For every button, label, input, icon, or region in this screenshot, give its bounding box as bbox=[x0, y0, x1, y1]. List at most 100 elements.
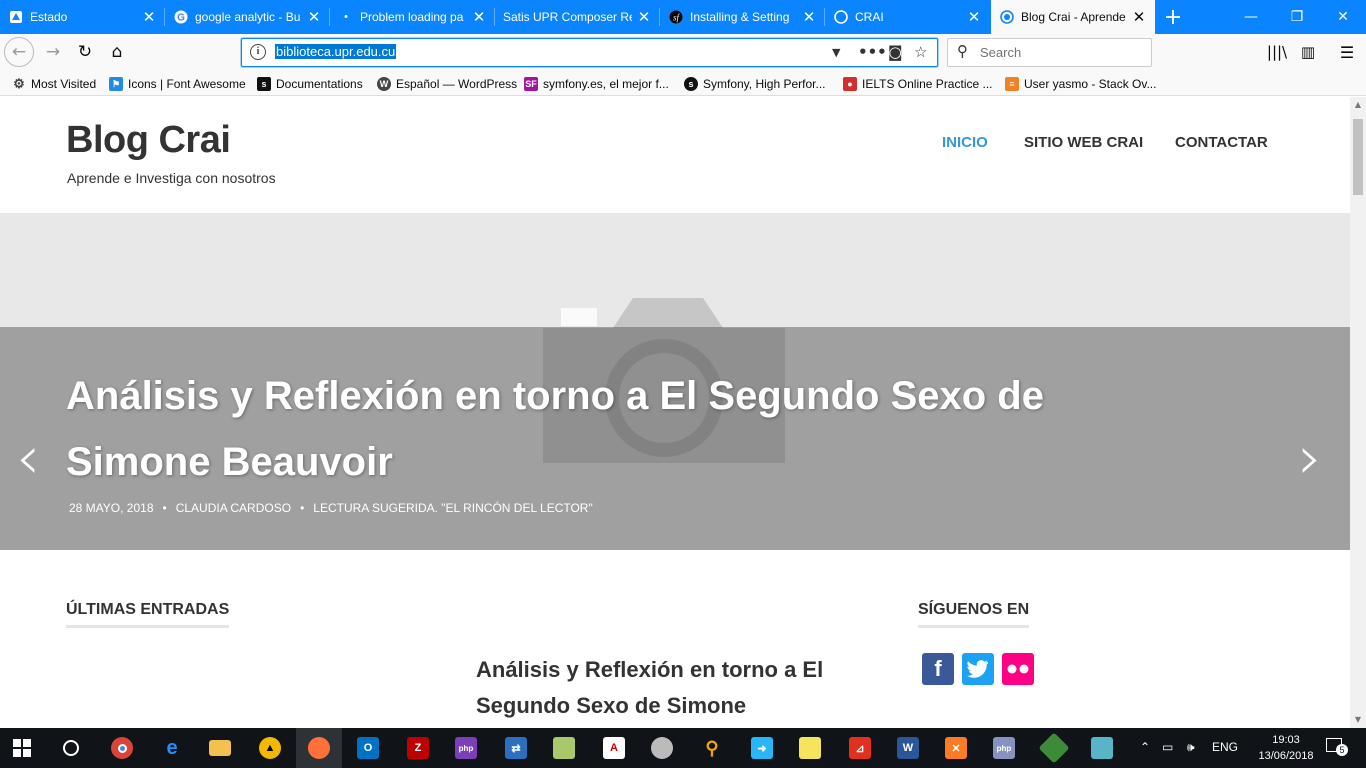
scroll-up-icon[interactable]: ▲ bbox=[1350, 97, 1366, 113]
globe-icon bbox=[999, 9, 1015, 25]
tray-chevron-up-icon[interactable]: ⌃ bbox=[1140, 740, 1150, 754]
bookmark-stackoverflow[interactable]: ≡ User yasmo - Stack Ov... bbox=[1005, 76, 1156, 92]
git-app-icon[interactable] bbox=[1038, 732, 1070, 764]
phpstorm-icon[interactable]: php bbox=[450, 732, 482, 764]
facebook-icon[interactable]: f bbox=[922, 653, 954, 685]
scroll-thumb[interactable] bbox=[1353, 119, 1363, 195]
cortana-icon[interactable] bbox=[55, 732, 87, 764]
firefox-icon[interactable] bbox=[296, 728, 342, 768]
nav-sitio-web-crai[interactable]: SITIO WEB CRAI bbox=[1024, 134, 1143, 151]
acrobat-app-icon[interactable]: A bbox=[598, 732, 630, 764]
twitter-icon[interactable] bbox=[962, 653, 994, 685]
sidebar-icon[interactable]: ▥ bbox=[1293, 37, 1323, 67]
nav-contactar[interactable]: CONTACTAR bbox=[1175, 134, 1268, 151]
close-icon[interactable]: ✕ bbox=[1131, 8, 1147, 26]
chevron-down-icon[interactable]: ▼ bbox=[832, 46, 840, 59]
bookmark-font-awesome[interactable]: ⚑ Icons | Font Awesome bbox=[109, 76, 246, 92]
back-icon[interactable]: ← bbox=[4, 37, 34, 67]
sticky-notes-icon[interactable] bbox=[794, 732, 826, 764]
bookmark-symfony-es[interactable]: SF symfony.es, el mejor f... bbox=[524, 76, 669, 92]
close-icon[interactable]: ✕ bbox=[471, 8, 487, 26]
url-bar[interactable]: i biblioteca.upr.edu.cu ▼ ••• ◙ ☆ bbox=[241, 38, 938, 67]
hero-post-title[interactable]: Análisis y Reflexión en torno a El Segun… bbox=[66, 363, 1196, 495]
filezilla-icon[interactable]: Z bbox=[402, 732, 434, 764]
forward-icon[interactable]: → bbox=[38, 37, 68, 67]
scroll-down-icon[interactable]: ▼ bbox=[1350, 712, 1366, 728]
clock[interactable]: 19:03 13/06/2018 bbox=[1256, 732, 1316, 764]
notifications-icon[interactable]: 5 bbox=[1326, 738, 1348, 756]
gitlab-icon bbox=[8, 9, 24, 25]
tab-blog-crai[interactable]: Blog Crai - Aprende ✕ bbox=[991, 0, 1155, 34]
menu-icon[interactable]: ☰ bbox=[1332, 37, 1362, 67]
restore-icon[interactable]: ❐ bbox=[1274, 0, 1320, 34]
network-app-icon[interactable]: ⇄ bbox=[500, 732, 532, 764]
send-app-icon[interactable]: ➜ bbox=[746, 732, 778, 764]
bookmark-label: Most Visited bbox=[31, 77, 97, 91]
tab-satis[interactable]: Satis UPR Composer Rep ✕ bbox=[495, 0, 660, 34]
tab-problem-loading[interactable]: • Problem loading pa ✕ bbox=[330, 0, 495, 34]
wordpress-icon: W bbox=[377, 77, 391, 91]
latest-post-title[interactable]: Análisis y Reflexión en torno a El Segun… bbox=[476, 652, 876, 724]
tab-estado[interactable]: Estado ✕ bbox=[0, 0, 165, 34]
bookmark-documentations[interactable]: s Documentations bbox=[257, 76, 363, 92]
bookmark-symfony[interactable]: s Symfony, High Perfor... bbox=[684, 76, 826, 92]
sf-icon: SF bbox=[524, 77, 538, 91]
app-warning-icon[interactable]: ▲ bbox=[254, 732, 286, 764]
volume-icon[interactable]: 🕪 bbox=[1187, 740, 1195, 755]
search-tool-icon[interactable]: ⚲ bbox=[696, 732, 728, 764]
bookmark-star-icon[interactable]: ☆ bbox=[914, 43, 927, 61]
notepad-icon[interactable] bbox=[548, 732, 580, 764]
outlook-icon[interactable]: O bbox=[352, 732, 384, 764]
word-icon[interactable]: W bbox=[892, 732, 924, 764]
bookmark-wordpress[interactable]: W Español — WordPress bbox=[377, 76, 517, 92]
edge-icon[interactable]: e bbox=[156, 732, 188, 764]
language-indicator[interactable]: ENG bbox=[1212, 740, 1238, 754]
close-icon[interactable]: ✕ bbox=[801, 8, 817, 26]
info-icon[interactable]: i bbox=[250, 44, 266, 60]
flickr-icon[interactable] bbox=[1002, 653, 1034, 685]
pdf-reader-icon[interactable]: ⊿ bbox=[844, 732, 876, 764]
reload-icon[interactable]: ↻ bbox=[70, 37, 100, 67]
php-app-icon[interactable]: php bbox=[988, 732, 1020, 764]
xampp-icon[interactable]: ✕ bbox=[940, 732, 972, 764]
chrome-icon[interactable] bbox=[106, 732, 138, 764]
tab-installing[interactable]: sf Installing & Setting ✕ bbox=[660, 0, 825, 34]
slider-prev-icon[interactable]: ‹ bbox=[16, 423, 40, 493]
page-scrollbar[interactable]: ▲ ▼ bbox=[1350, 97, 1366, 728]
symfony-icon: s bbox=[257, 77, 271, 91]
url-text[interactable]: biblioteca.upr.edu.cu bbox=[275, 44, 397, 59]
nav-inicio[interactable]: INICIO bbox=[942, 134, 988, 151]
close-icon[interactable]: ✕ bbox=[636, 8, 652, 26]
minimize-icon[interactable]: — bbox=[1228, 0, 1274, 34]
post-author[interactable]: CLAUDIA CARDOSO bbox=[176, 501, 291, 515]
file-explorer-icon[interactable] bbox=[204, 732, 236, 764]
archive-app-icon[interactable] bbox=[646, 732, 678, 764]
bookmark-ielts[interactable]: ● IELTS Online Practice ... bbox=[843, 76, 993, 92]
library-icon[interactable]: |||\ bbox=[1262, 37, 1292, 67]
hero-slider[interactable]: ‹ › Análisis y Reflexión en torno a El S… bbox=[0, 213, 1350, 550]
search-bar[interactable]: ⚲ Search bbox=[947, 38, 1152, 67]
bookmark-label: Symfony, High Perfor... bbox=[703, 77, 826, 91]
app-blue-icon[interactable] bbox=[1086, 732, 1118, 764]
navigation-toolbar: ← → ↻ ⌂ i biblioteca.upr.edu.cu ▼ ••• ◙ … bbox=[0, 34, 1366, 72]
clock-date: 13/06/2018 bbox=[1258, 750, 1314, 762]
windows-start-icon[interactable] bbox=[6, 732, 38, 764]
site-title[interactable]: Blog Crai bbox=[66, 119, 231, 162]
tab-google-analytic[interactable]: G google analytic - Bu ✕ bbox=[165, 0, 330, 34]
slider-next-icon[interactable]: › bbox=[1298, 423, 1322, 493]
tab-crai[interactable]: CRAI ✕ bbox=[825, 0, 990, 34]
new-tab-icon[interactable]: + bbox=[1150, 0, 1196, 34]
window-close-icon[interactable]: ✕ bbox=[1320, 0, 1366, 34]
pocket-icon[interactable]: ◙ bbox=[888, 43, 903, 61]
close-icon[interactable]: ✕ bbox=[966, 8, 982, 26]
bookmark-most-visited[interactable]: ⚙ Most Visited bbox=[12, 76, 96, 92]
post-date[interactable]: 28 MAYO, 2018 bbox=[69, 501, 154, 515]
globe-icon bbox=[833, 9, 849, 25]
close-icon[interactable]: ✕ bbox=[141, 8, 157, 26]
tab-title: Estado bbox=[30, 10, 68, 24]
network-icon[interactable]: ▭ bbox=[1162, 740, 1173, 754]
home-icon[interactable]: ⌂ bbox=[102, 37, 132, 67]
close-icon[interactable]: ✕ bbox=[306, 8, 322, 26]
more-actions-icon[interactable]: ••• bbox=[858, 43, 887, 61]
post-category[interactable]: LECTURA SUGERIDA. "EL RINCÓN DEL LECTOR" bbox=[313, 501, 592, 515]
